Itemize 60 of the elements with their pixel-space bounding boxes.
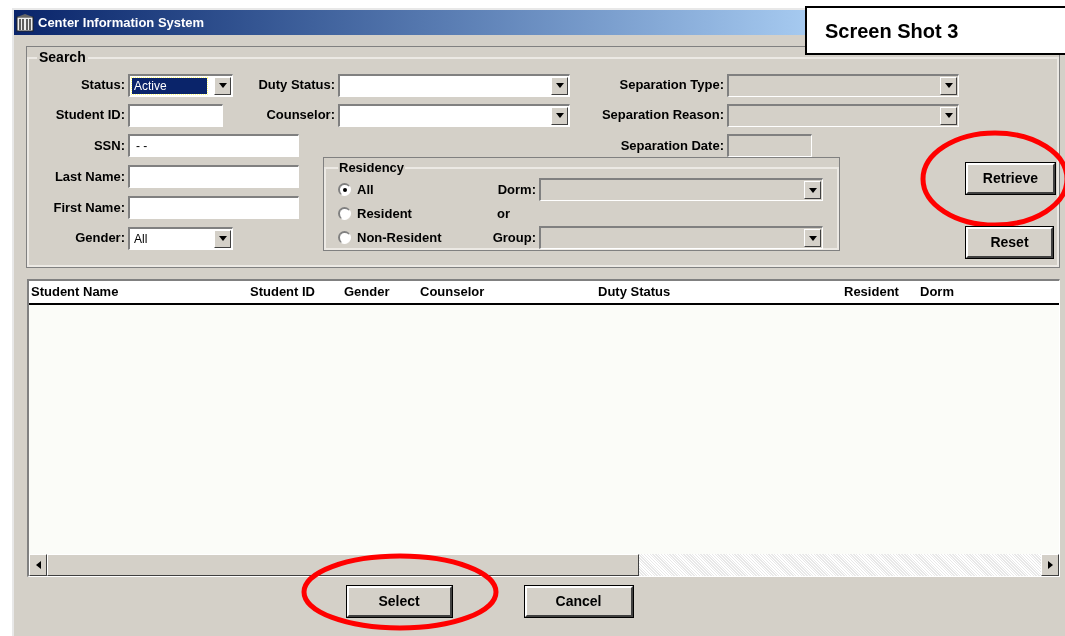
- column-header[interactable]: Gender: [342, 282, 418, 302]
- column-header[interactable]: Duty Status: [596, 282, 842, 302]
- scroll-right-icon[interactable]: [1047, 561, 1053, 569]
- caret-icon: [555, 83, 564, 88]
- dropdown-arrow-button[interactable]: [214, 229, 231, 248]
- radio-button[interactable]: [338, 231, 351, 244]
- dialog-button[interactable]: Select: [346, 586, 452, 617]
- field-label: First Name:: [52, 198, 126, 217]
- field-label: Student ID:: [54, 106, 126, 125]
- or-label: or: [496, 204, 511, 223]
- dropdown-arrow-button[interactable]: [551, 106, 568, 125]
- column-header[interactable]: Student ID: [248, 282, 342, 302]
- caret-icon: [218, 236, 227, 241]
- dialog-button[interactable]: Reset: [966, 227, 1053, 258]
- radio-button[interactable]: [338, 207, 351, 220]
- dropdown-arrow-button[interactable]: [551, 76, 568, 95]
- caret-icon: [555, 113, 564, 118]
- dropdown[interactable]: Active: [128, 73, 233, 97]
- caret-icon: [218, 83, 227, 88]
- window-title: Center Information System: [38, 13, 205, 32]
- dialog-button[interactable]: Cancel: [524, 586, 633, 617]
- field-label: Gender:: [74, 229, 126, 248]
- field-label: Group:: [491, 228, 537, 247]
- scroll-left-icon[interactable]: [35, 561, 41, 569]
- field-label: Dorm:: [496, 180, 537, 199]
- field-label: Last Name:: [53, 167, 126, 186]
- field-label: Status:: [79, 76, 126, 95]
- text-field[interactable]: [128, 196, 299, 219]
- dropdown-arrow-button[interactable]: [214, 76, 231, 95]
- column-header[interactable]: Resident: [842, 282, 918, 302]
- column-header[interactable]: Dorm: [918, 282, 1018, 302]
- radio-label: All: [357, 180, 374, 199]
- scrollbar-thumb[interactable]: [47, 554, 639, 576]
- field-label: Separation Reason:: [600, 106, 725, 125]
- field-label: Counselor:: [265, 106, 336, 125]
- dropdown[interactable]: [338, 103, 570, 127]
- column-header[interactable]: Counselor: [418, 282, 596, 302]
- dropdown[interactable]: [338, 73, 570, 97]
- dialog-button[interactable]: Retrieve: [966, 163, 1055, 194]
- caret-icon: [808, 235, 817, 241]
- column-header[interactable]: Student Name: [29, 282, 248, 302]
- radio-button[interactable]: [338, 183, 351, 196]
- dropdown[interactable]: All: [128, 226, 233, 250]
- text-field[interactable]: [128, 103, 223, 127]
- text-field[interactable]: - -: [128, 134, 299, 157]
- radio-label: Resident: [357, 204, 412, 223]
- caret-icon: [808, 187, 817, 193]
- group-title: Search: [38, 48, 87, 67]
- caret-icon: [944, 83, 953, 88]
- field-label: Duty Status:: [257, 76, 336, 95]
- caret-icon: [944, 113, 953, 118]
- group-title: Residency: [338, 159, 406, 177]
- field-label: Separation Type:: [618, 76, 725, 95]
- field-label: SSN:: [92, 136, 126, 155]
- annotation-label: Screen Shot 3: [805, 6, 1065, 55]
- horizontal-scrollbar[interactable]: [29, 554, 1059, 576]
- text-field[interactable]: [128, 165, 299, 188]
- field-label: Separation Date:: [619, 136, 725, 155]
- radio-label: Non-Resident: [357, 228, 442, 247]
- building-icon: [16, 13, 34, 32]
